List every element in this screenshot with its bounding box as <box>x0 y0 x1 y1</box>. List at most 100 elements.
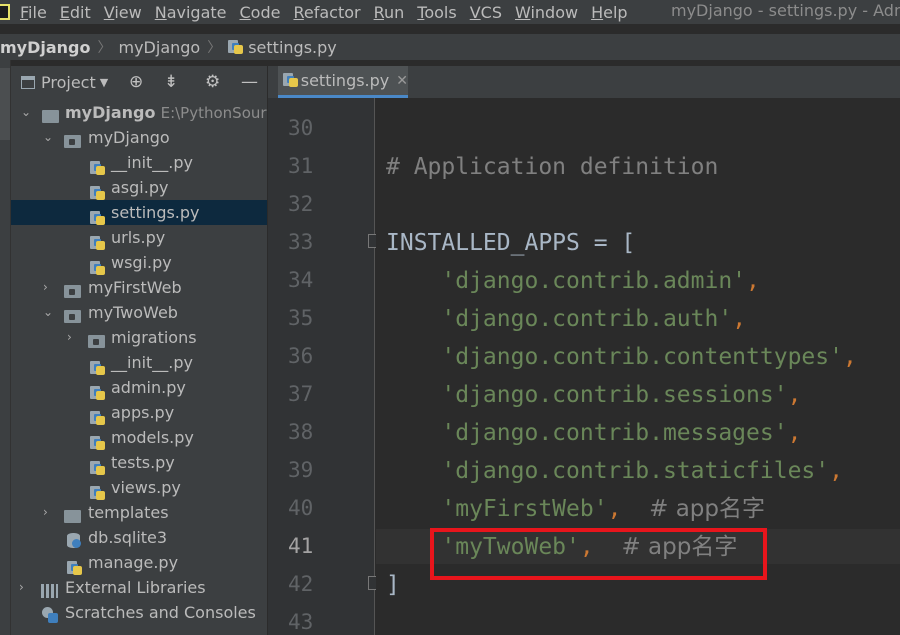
tree-item-file-selected[interactable]: settings.py <box>11 200 267 225</box>
tree-item-file[interactable]: views.py <box>11 475 267 500</box>
tree-item-label: templates <box>88 503 169 522</box>
tree-item-file[interactable]: __init__.py <box>11 350 267 375</box>
tree-item-file[interactable]: apps.py <box>11 400 267 425</box>
tree-item-file[interactable]: admin.py <box>11 375 267 400</box>
tree-item-label: models.py <box>111 428 194 447</box>
menu-refactor[interactable]: Refactor <box>293 3 360 22</box>
line-number: 33 <box>288 230 314 254</box>
code-line-37: 'django.contrib.sessions', <box>441 382 802 408</box>
tree-item-package[interactable]: ⌄ myTwoWeb <box>11 300 267 325</box>
tree-item-libraries[interactable]: › External Libraries <box>11 575 267 600</box>
menu-bar: File Edit View Navigate Code Refactor Ru… <box>0 0 900 24</box>
code-line-33: INSTALLED_APPS = [ <box>386 230 636 256</box>
python-file-icon <box>228 39 244 55</box>
chevron-down-icon[interactable]: ⌄ <box>43 300 53 325</box>
editor-tab-bar: settings.py ✕ <box>268 66 900 98</box>
tree-item-path: E:\PythonSour <box>160 104 267 122</box>
menu-help[interactable]: Help <box>591 3 627 22</box>
line-number: 35 <box>288 306 314 330</box>
collapse-all-icon[interactable]: ⇟ <box>164 72 178 92</box>
tree-item-label: __init__.py <box>111 353 194 372</box>
tree-item-file[interactable]: models.py <box>11 425 267 450</box>
menu-vcs[interactable]: VCS <box>470 3 502 22</box>
tab-settings-py[interactable]: settings.py ✕ <box>278 66 408 98</box>
tree-item-package[interactable]: › myFirstWeb <box>11 275 267 300</box>
breadcrumb-file[interactable]: settings.py <box>248 38 337 57</box>
menu-edit[interactable]: Edit <box>60 3 91 22</box>
gear-icon[interactable]: ⚙ <box>205 72 220 92</box>
tree-item-label: __init__.py <box>111 153 194 172</box>
code-line-36: 'django.contrib.contenttypes', <box>441 344 857 370</box>
breadcrumb: myDjango 〉 myDjango 〉 settings.py <box>0 34 900 60</box>
line-number: 31 <box>288 154 314 178</box>
code-line-34: 'django.contrib.admin', <box>441 268 760 294</box>
tree-item-package[interactable]: › migrations <box>11 325 267 350</box>
tree-item-file[interactable]: wsgi.py <box>11 250 267 275</box>
line-number: 30 <box>288 116 314 140</box>
tree-item-root[interactable]: ⌄ myDjango E:\PythonSour <box>11 100 267 125</box>
line-number: 32 <box>288 192 314 216</box>
menu-run[interactable]: Run <box>374 3 405 22</box>
tree-item-label: tests.py <box>111 453 175 472</box>
python-file-icon <box>283 73 298 88</box>
tree-item-label: db.sqlite3 <box>88 528 168 547</box>
minimize-icon[interactable]: — <box>241 72 258 92</box>
chevron-down-icon[interactable]: ⌄ <box>43 125 53 150</box>
chevron-right-icon: 〉 <box>207 40 222 56</box>
menu-file[interactable]: File <box>20 3 47 22</box>
line-number: 38 <box>288 420 314 444</box>
project-icon <box>21 75 35 89</box>
tree-item-file[interactable]: db.sqlite3 <box>11 525 267 550</box>
menu-navigate[interactable]: Navigate <box>155 3 227 22</box>
code-line-31: # Application definition <box>386 154 719 180</box>
line-number: 36 <box>288 344 314 368</box>
breadcrumb-project[interactable]: myDjango <box>0 38 91 57</box>
code-line-42: ] <box>386 572 400 598</box>
scratch-icon <box>42 605 58 630</box>
tree-item-file[interactable]: __init__.py <box>11 150 267 175</box>
tree-item-file[interactable]: manage.py <box>11 550 267 575</box>
chevron-right-icon[interactable]: › <box>67 325 77 350</box>
tree-item-file[interactable]: urls.py <box>11 225 267 250</box>
code-line-38: 'django.contrib.messages', <box>441 420 802 446</box>
menu-view[interactable]: View <box>104 3 142 22</box>
chevron-right-icon[interactable]: › <box>43 275 53 300</box>
breadcrumb-package[interactable]: myDjango <box>119 38 201 57</box>
project-title[interactable]: Project <box>41 73 96 92</box>
tab-label: settings.py <box>300 71 390 90</box>
line-number: 42 <box>288 572 314 596</box>
tree-item-label: External Libraries <box>65 578 206 597</box>
annotation-highlight-box <box>430 528 767 580</box>
tree-item-label: urls.py <box>111 228 166 247</box>
tree-item-package[interactable]: ⌄ myDjango <box>11 125 267 150</box>
menu-code[interactable]: Code <box>240 3 281 22</box>
menu-window[interactable]: Window <box>515 3 578 22</box>
close-icon[interactable]: ✕ <box>396 73 408 89</box>
tree-item-file[interactable]: tests.py <box>11 450 267 475</box>
tree-item-label: myFirstWeb <box>88 278 182 297</box>
code-line-40: 'myFirstWeb', # app名字 <box>441 496 766 522</box>
chevron-right-icon[interactable]: › <box>19 575 29 600</box>
chevron-down-icon[interactable]: ▼ <box>100 76 108 89</box>
tree-item-label: apps.py <box>111 403 175 422</box>
chevron-down-icon[interactable]: ⌄ <box>21 100 31 125</box>
line-number: 43 <box>288 610 314 634</box>
project-tool-tab[interactable] <box>0 68 10 140</box>
menu-tools[interactable]: Tools <box>417 3 456 22</box>
tree-item-label: migrations <box>111 328 197 347</box>
tree-item-scratches[interactable]: Scratches and Consoles <box>11 600 267 625</box>
tree-item-file[interactable]: asgi.py <box>11 175 267 200</box>
code-line-35: 'django.contrib.auth', <box>441 306 747 332</box>
chevron-right-icon[interactable]: › <box>43 500 53 525</box>
tree-item-label: wsgi.py <box>111 253 172 272</box>
line-number-gutter: 30 31 32 33 34 35 36 37 38 39 40 41 42 4… <box>268 98 380 635</box>
tree-item-label: Scratches and Consoles <box>65 603 256 622</box>
app-logo-icon <box>0 4 10 20</box>
line-number: 39 <box>288 458 314 482</box>
tree-item-label: admin.py <box>111 378 186 397</box>
tree-item-label: myTwoWeb <box>88 303 178 322</box>
locate-icon[interactable]: ⊕ <box>129 72 143 92</box>
line-number: 40 <box>288 496 314 520</box>
tree-item-folder[interactable]: › templates <box>11 500 267 525</box>
line-number: 34 <box>288 268 314 292</box>
